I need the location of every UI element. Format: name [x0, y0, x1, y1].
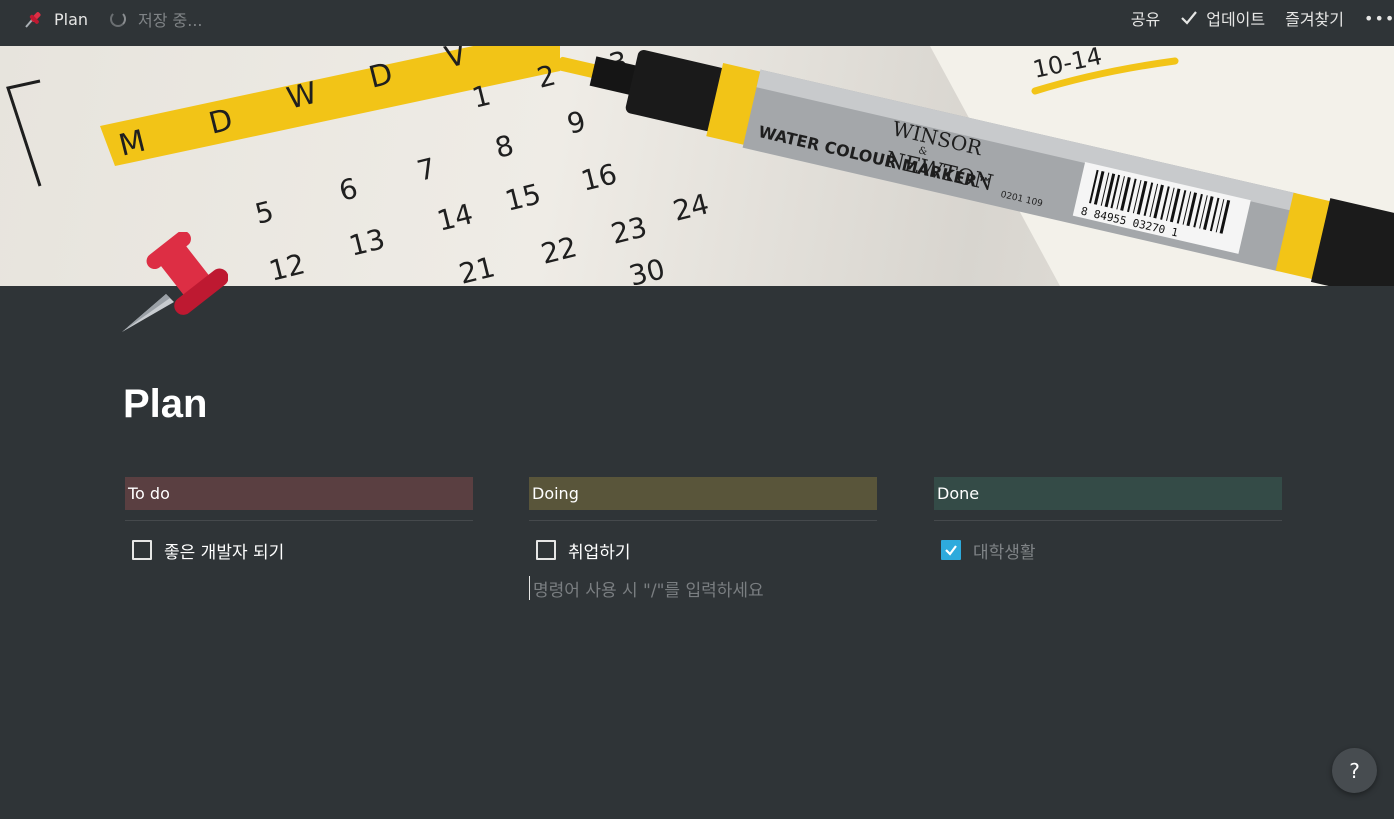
saving-text: 저장 중...: [138, 11, 203, 30]
checkmark-icon: [1181, 11, 1198, 25]
todo-item[interactable]: 취업하기: [529, 538, 877, 563]
favorite-button[interactable]: 즐겨찾기: [1285, 6, 1344, 30]
svg-text:15: 15: [502, 177, 545, 218]
svg-text:5: 5: [252, 194, 277, 230]
board-column-todo: To do 좋은 개발자 되기: [125, 477, 473, 563]
column-divider: [529, 520, 877, 521]
todo-item-text[interactable]: 취업하기: [568, 538, 631, 563]
checkbox-checked[interactable]: [941, 540, 961, 560]
svg-text:14: 14: [434, 197, 477, 238]
svg-text:6: 6: [336, 171, 361, 207]
svg-text:16: 16: [578, 157, 621, 198]
breadcrumb[interactable]: Plan: [24, 8, 88, 30]
todo-item-text[interactable]: 좋은 개발자 되기: [164, 538, 284, 563]
board-column-doing: Doing 취업하기 명령어 사용 시 "/"를 입력하세요: [529, 477, 877, 601]
help-button[interactable]: ?: [1332, 748, 1377, 793]
todo-item[interactable]: 대학생활: [934, 538, 1282, 563]
board-column-done: Done 대학생활: [934, 477, 1282, 563]
command-placeholder: 명령어 사용 시 "/"를 입력하세요: [533, 580, 764, 601]
share-button[interactable]: 공유: [1131, 6, 1160, 30]
svg-text:23: 23: [608, 210, 651, 251]
pushpin-icon[interactable]: [118, 232, 228, 336]
todo-item-text[interactable]: 대학생활: [973, 538, 1036, 563]
breadcrumb-title: Plan: [54, 9, 89, 29]
topbar: Plan 저장 중... 공유 업데이트 즐겨찾기 •••: [0, 0, 1394, 46]
column-header-doing[interactable]: Doing: [529, 477, 877, 510]
saving-status: 저장 중...: [110, 8, 203, 30]
svg-text:22: 22: [538, 230, 581, 271]
more-options-button[interactable]: •••: [1364, 9, 1394, 28]
pushpin-icon: [25, 12, 41, 28]
checkbox[interactable]: [536, 540, 556, 560]
checkbox[interactable]: [132, 540, 152, 560]
svg-text:12: 12: [266, 247, 309, 286]
column-divider: [125, 520, 473, 521]
topbar-actions: 공유 업데이트 즐겨찾기 •••: [1131, 6, 1394, 30]
page-title[interactable]: Plan: [123, 382, 207, 427]
loading-spinner-icon: [110, 11, 126, 27]
svg-text:13: 13: [346, 222, 389, 263]
column-header-todo[interactable]: To do: [125, 477, 473, 510]
svg-text:7: 7: [414, 151, 439, 187]
checkmark-icon: [945, 545, 957, 556]
column-divider: [934, 520, 1282, 521]
todo-item[interactable]: 좋은 개발자 되기: [125, 538, 473, 563]
svg-text:8: 8: [492, 128, 517, 164]
new-block-input[interactable]: 명령어 사용 시 "/"를 입력하세요: [529, 576, 877, 601]
column-header-done[interactable]: Done: [934, 477, 1282, 510]
updates-label: 업데이트: [1206, 10, 1266, 29]
svg-text:30: 30: [626, 252, 669, 286]
svg-text:9: 9: [564, 104, 589, 140]
svg-text:24: 24: [670, 187, 713, 228]
svg-text:21: 21: [456, 250, 499, 286]
updates-button[interactable]: 업데이트: [1180, 6, 1265, 30]
